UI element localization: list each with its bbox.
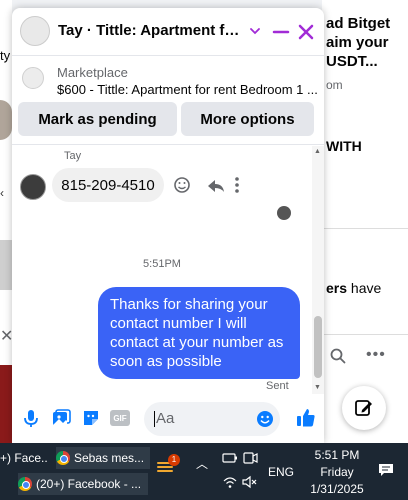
scrollbar-thumb[interactable]	[314, 316, 322, 378]
mark-as-pending-button[interactable]: Mark as pending	[18, 102, 177, 136]
seen-avatar	[277, 206, 291, 220]
clock-time: 5:51 PM	[314, 448, 360, 462]
taskbar-item-chrome-facebook[interactable]: (20+) Facebook - ...	[18, 473, 148, 495]
avatar[interactable]	[20, 16, 50, 46]
reply-icon[interactable]	[208, 180, 224, 192]
chrome-icon	[18, 477, 32, 491]
more-vertical-icon[interactable]	[235, 177, 239, 193]
compose-icon	[355, 400, 372, 416]
incoming-message[interactable]: 815-209-4510	[52, 168, 164, 202]
left-feed-text: ty	[0, 48, 11, 63]
clock-day: Friday	[320, 465, 354, 479]
message-status: Sent	[266, 380, 289, 392]
notification-icon[interactable]	[378, 463, 394, 477]
battery-icon[interactable]	[222, 451, 238, 465]
message-input-placeholder: Aa	[156, 410, 175, 427]
search-icon[interactable]	[330, 348, 346, 364]
windows-taskbar: +) Face... Sebas mes... (20+) Facebook -…	[0, 443, 408, 500]
message-timestamp: 5:51PM	[143, 258, 181, 270]
chat-title[interactable]: Tay · Tittle: Apartment for ...	[58, 22, 248, 39]
feed-image[interactable]	[0, 240, 12, 290]
chevron-up-icon[interactable]: ︿	[196, 455, 208, 472]
left-feed-column: ty ‹ ✕	[0, 0, 13, 443]
chevron-left-icon[interactable]: ‹	[0, 186, 12, 208]
divider	[322, 228, 408, 229]
composer-bar: GIF Aa	[12, 398, 324, 443]
chevron-down-icon[interactable]	[248, 24, 262, 38]
volume-muted-icon[interactable]	[242, 475, 258, 489]
minimize-icon[interactable]	[271, 22, 291, 42]
marketplace-label: Marketplace	[57, 65, 128, 80]
outgoing-message[interactable]: Thanks for sharing your contact number I…	[98, 287, 300, 379]
emoji-icon[interactable]	[256, 410, 274, 428]
feed-others-text: ers have	[326, 280, 381, 296]
sender-name: Tay	[64, 150, 82, 162]
clock-date: 1/31/2025	[310, 482, 364, 496]
scroll-up-arrow-icon[interactable]: ▲	[314, 148, 321, 155]
system-clock[interactable]: 5:51 PM Friday 1/31/2025	[304, 447, 370, 498]
taskbar-item-label: +) Face...	[0, 451, 48, 465]
chat-header[interactable]: Tay · Tittle: Apartment for ...	[12, 8, 324, 56]
message-actions	[174, 177, 239, 193]
listing-title[interactable]: $600 - Tittle: Apartment for rent Bedroo…	[57, 82, 319, 97]
gif-icon[interactable]: GIF	[110, 410, 130, 426]
close-icon[interactable]	[296, 22, 316, 42]
weather-badge: 1	[168, 454, 180, 466]
more-options-button[interactable]: More options	[181, 102, 314, 136]
scrollbar[interactable]: ▲ ▼	[312, 146, 324, 394]
feed-heading-text: WITH	[326, 138, 362, 154]
wifi-icon[interactable]	[222, 475, 238, 489]
marketplace-banner: Marketplace $600 - Tittle: Apartment for…	[12, 57, 324, 145]
new-message-button[interactable]	[342, 386, 386, 430]
feed-others-bold: ers	[326, 280, 348, 296]
taskbar-item-label: Sebas mes...	[74, 451, 145, 465]
divider	[322, 334, 408, 335]
feed-image[interactable]	[0, 100, 12, 140]
feed-image[interactable]	[0, 365, 12, 443]
feed-others-rest: have	[347, 280, 382, 296]
photo-icon[interactable]	[50, 407, 72, 429]
microphone-icon[interactable]	[20, 407, 42, 429]
taskbar-item-facebook[interactable]: +) Face...	[0, 447, 48, 469]
scroll-down-arrow-icon[interactable]: ▼	[314, 384, 321, 391]
taskbar-item-label: (20+) Facebook - ...	[36, 477, 142, 491]
sponsored-ad-title[interactable]: ad Bitget aim your USDT...	[326, 14, 406, 71]
chrome-icon	[56, 451, 70, 465]
messenger-chat-window: Tay · Tittle: Apartment for ... Marketpl…	[12, 8, 324, 443]
text-cursor	[154, 411, 155, 428]
message-thread: Tay 815-209-4510 5:51PM Thanks for shari…	[12, 146, 312, 396]
right-feed-column: ad Bitget aim your USDT... om WITH ers h…	[322, 0, 408, 443]
sticker-icon[interactable]	[80, 407, 102, 429]
taskbar-item-chrome[interactable]: Sebas mes...	[56, 447, 150, 469]
language-indicator[interactable]: ENG	[268, 465, 294, 479]
sponsored-ad-url[interactable]: om	[326, 78, 343, 92]
avatar[interactable]	[20, 174, 46, 200]
thumbs-up-icon[interactable]	[294, 406, 318, 430]
listing-thumbnail[interactable]	[22, 67, 44, 89]
emoji-react-icon[interactable]	[174, 177, 190, 193]
camera-icon[interactable]	[242, 451, 258, 465]
more-options-icon[interactable]: •••	[366, 346, 386, 364]
